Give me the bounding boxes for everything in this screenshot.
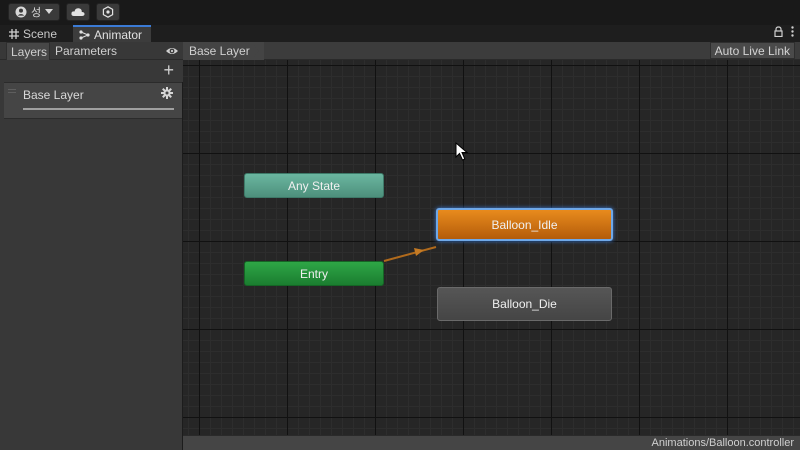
top-toolbar: 성 xyxy=(0,0,800,25)
tab-tools xyxy=(774,26,794,37)
lock-icon[interactable] xyxy=(774,26,783,37)
layer-name: Base Layer xyxy=(23,88,84,102)
cloud-button[interactable] xyxy=(66,3,90,21)
collab-icon xyxy=(102,6,114,18)
balloon-idle-state-node[interactable]: Balloon_Idle xyxy=(436,208,613,241)
tab-layers[interactable]: Layers xyxy=(6,42,50,60)
more-options-icon[interactable] xyxy=(791,26,794,37)
account-dropdown-button[interactable]: 성 xyxy=(8,3,60,21)
add-layer-row: + xyxy=(0,60,183,82)
status-bar: Animations/Balloon.controller xyxy=(183,435,800,450)
tab-animator-label: Animator xyxy=(94,27,143,42)
account-glyph: 성 xyxy=(30,7,42,19)
mouse-cursor-icon xyxy=(455,142,469,161)
layer-item[interactable]: Base Layer xyxy=(4,82,182,119)
eye-icon[interactable] xyxy=(165,44,179,58)
graph-header: Base Layer Auto Live Link xyxy=(183,42,800,60)
any-state-node[interactable]: Any State xyxy=(244,173,384,198)
entry-transition-line[interactable] xyxy=(383,246,437,262)
controller-path: Animations/Balloon.controller xyxy=(651,437,794,449)
tab-scene[interactable]: Scene xyxy=(3,25,71,42)
balloon-die-state-node[interactable]: Balloon_Die xyxy=(437,287,612,321)
layer-weight-slider[interactable] xyxy=(23,108,174,110)
layers-panel: Layers Parameters + Base Layer xyxy=(0,42,183,450)
transition-layer xyxy=(383,246,437,262)
cloud-icon xyxy=(71,8,85,16)
auto-live-link-button[interactable]: Auto Live Link xyxy=(709,42,795,59)
drag-handle-icon[interactable] xyxy=(8,89,16,93)
tab-parameters[interactable]: Parameters xyxy=(51,42,117,60)
panel-tab-bar: Layers Parameters xyxy=(0,42,183,60)
gear-icon[interactable] xyxy=(161,87,173,99)
tab-animator[interactable]: Animator xyxy=(73,25,151,42)
state-machine-graph[interactable]: Any State Entry Balloon_Idle Balloon_Die xyxy=(183,60,800,435)
collab-button[interactable] xyxy=(96,3,120,21)
transition-arrow-icon xyxy=(414,248,424,256)
grid-icon xyxy=(9,28,19,39)
window-tab-bar: Scene Animator xyxy=(0,25,800,42)
account-icon xyxy=(15,6,27,18)
breadcrumb-arrow xyxy=(251,42,259,60)
add-layer-button[interactable]: + xyxy=(163,61,174,79)
animator-icon xyxy=(79,29,90,40)
chevron-down-icon xyxy=(45,9,54,14)
tab-scene-label: Scene xyxy=(23,26,58,41)
entry-node[interactable]: Entry xyxy=(244,261,384,286)
